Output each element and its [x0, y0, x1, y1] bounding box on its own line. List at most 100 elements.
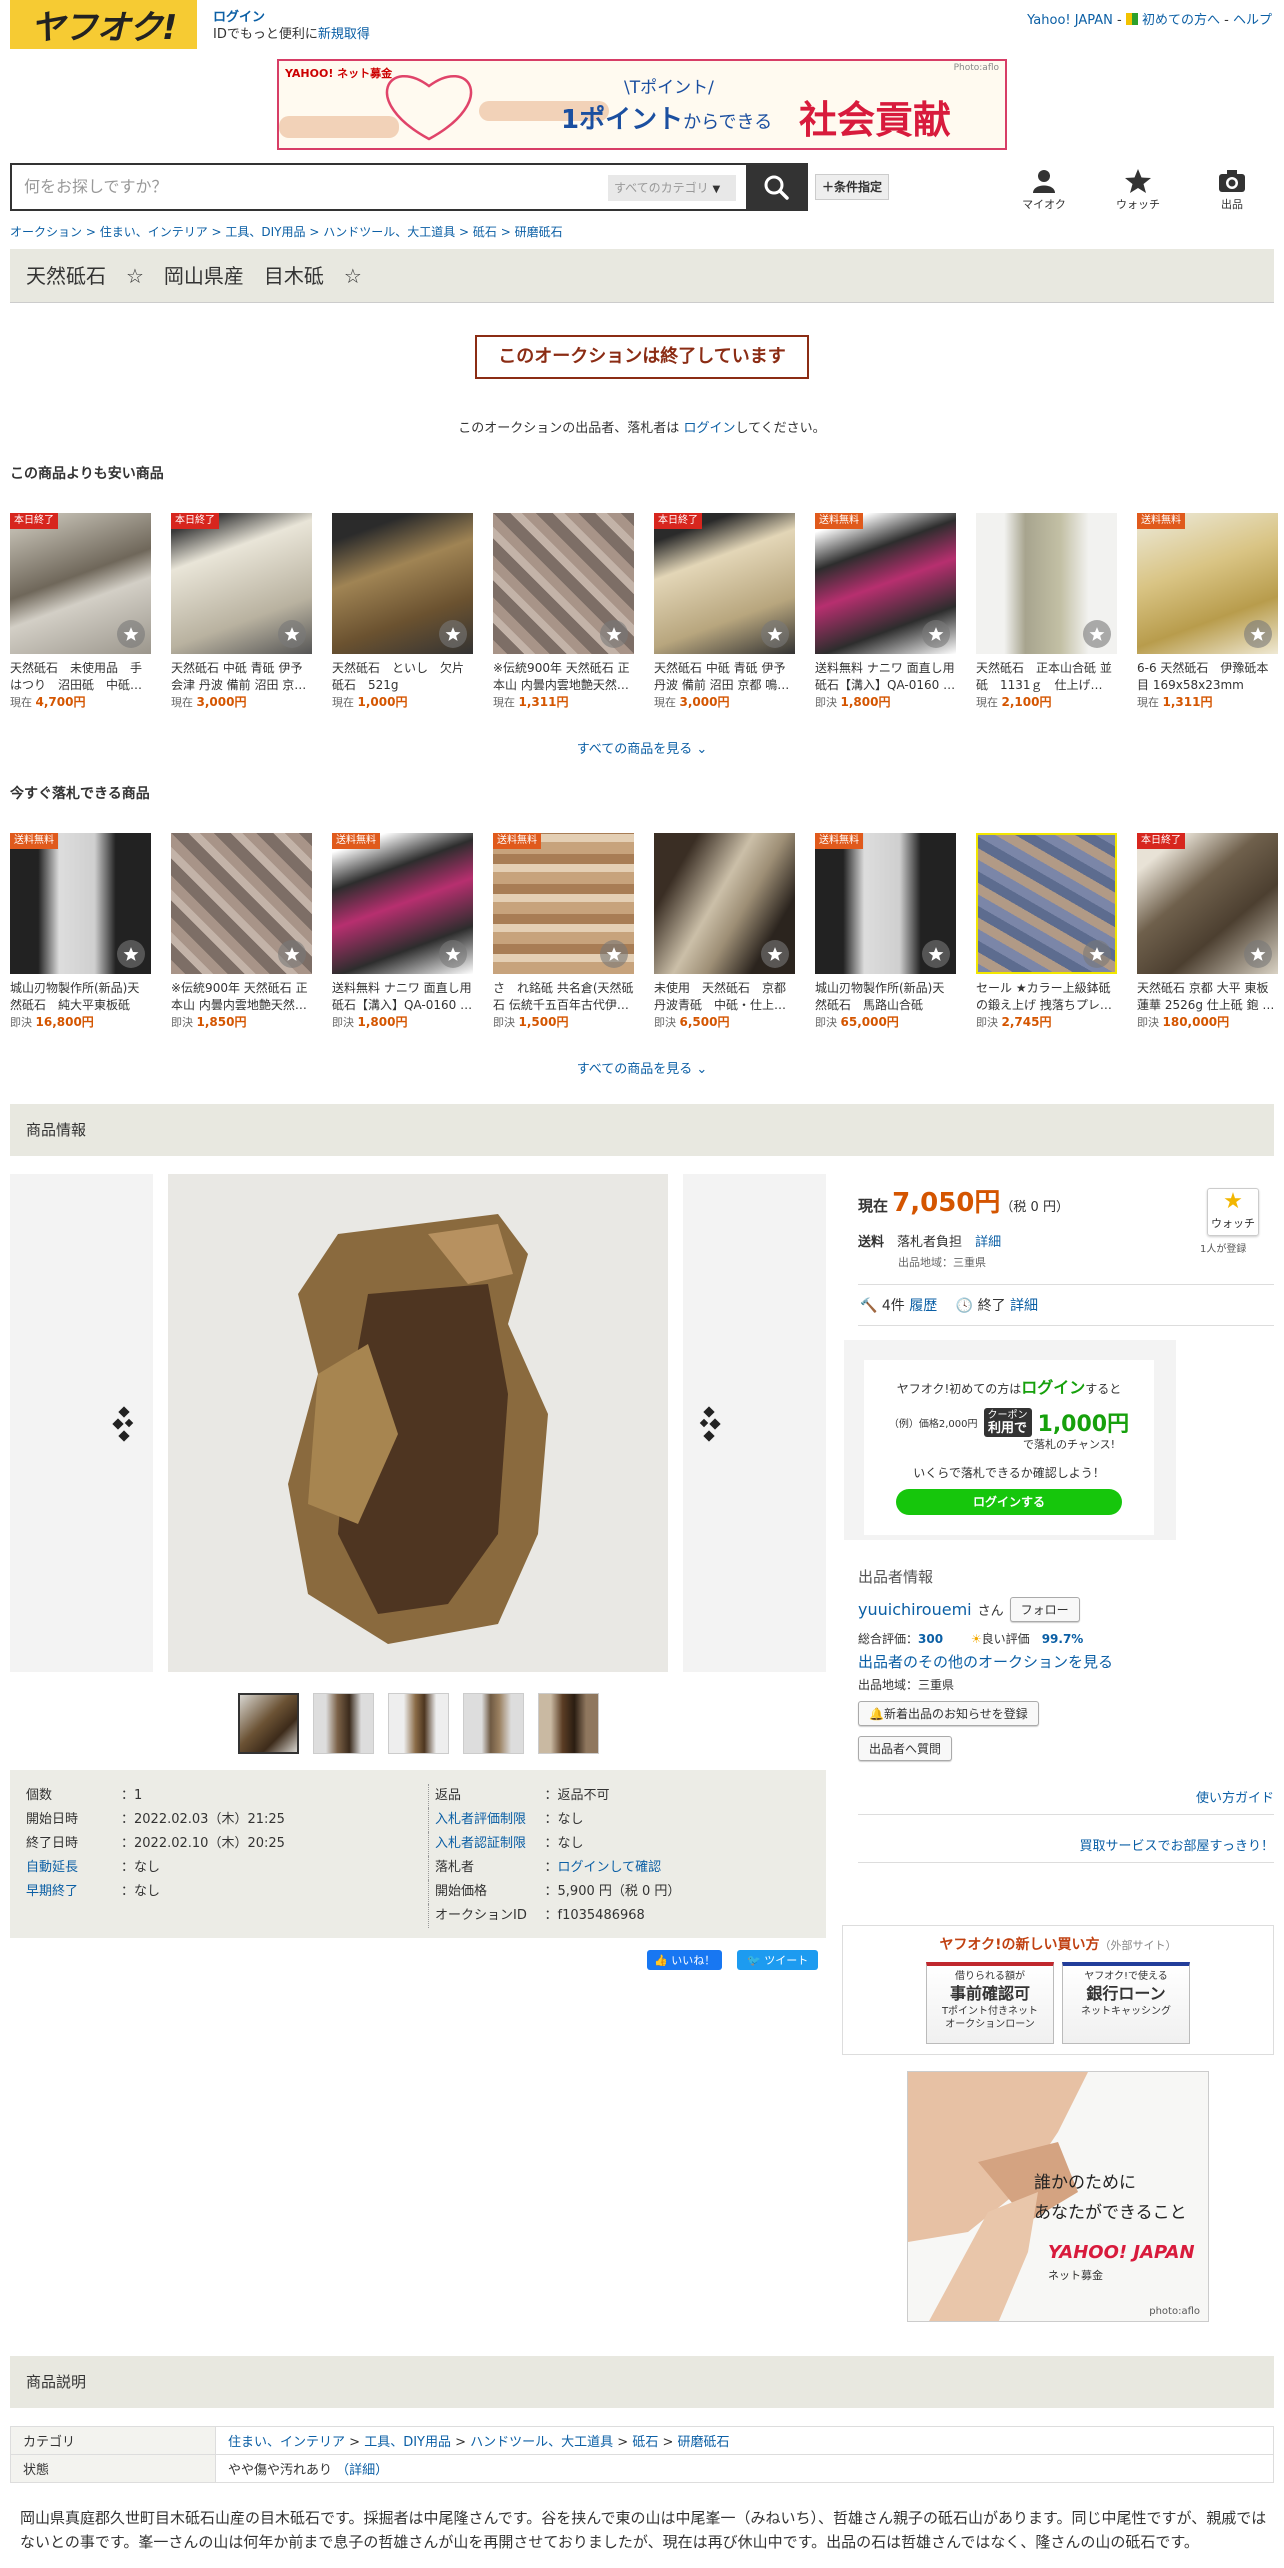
item-image[interactable]: 送料無料 [332, 833, 473, 974]
item-card[interactable]: 送料無料城山刃物製作所(新品)天然砥石 馬路山合砥 東…即決 65,000円 [815, 833, 956, 1031]
item-card[interactable]: 本日終了 天然砥石 中砥 青砥 伊予 会津 丹波 備前 沼田 京… 現在 3,000… [171, 513, 312, 711]
watch-star-icon[interactable] [922, 620, 950, 648]
item-image[interactable]: 本日終了 [10, 513, 151, 654]
thumbnail[interactable] [463, 1693, 524, 1754]
bid-history-link[interactable]: 履歴 [909, 1298, 937, 1314]
watch-star-icon[interactable] [439, 620, 467, 648]
item-title[interactable]: ※伝統900年 天然砥石 正本山 内曇内雲地艶天然… [171, 980, 312, 1014]
mypage-nav[interactable]: マイオク [1014, 168, 1074, 212]
breadcrumb-item[interactable]: ハンドツール、大工道具 [323, 225, 455, 239]
item-title[interactable]: 未使用 天然砥石 京都 丹波青砥 中砥・仕上… [654, 980, 795, 1014]
detail-key[interactable]: 入札者評価制限 [429, 1808, 539, 1832]
watch-star-icon[interactable] [1244, 940, 1272, 968]
item-image[interactable]: 本日終了 [654, 513, 795, 654]
watch-star-icon[interactable] [1083, 620, 1111, 648]
breadcrumb-item[interactable]: 工具、DIY用品 [225, 225, 305, 239]
cheaper-see-all[interactable]: すべての商品を見る ⌄ [0, 738, 1284, 757]
gallery-next-arrow-icon[interactable] [695, 1406, 723, 1446]
shipping-detail-link[interactable]: 詳細 [975, 1235, 1001, 1250]
item-image[interactable] [654, 833, 795, 974]
auction-loan-card[interactable]: 借りられる額が 事前確認可 Tポイント付きネット オークションローン [926, 1962, 1054, 2044]
watch-star-icon[interactable] [922, 940, 950, 968]
item-image[interactable] [171, 833, 312, 974]
category-select[interactable]: すべてのカテゴリ ▼ [608, 175, 736, 201]
item-card[interactable]: 天然砥石 正本山合砥 並砥 1131ｇ 仕上げ… 現在 2,100円 [976, 513, 1117, 711]
watch-star-icon[interactable] [278, 620, 306, 648]
watch-star-icon[interactable] [600, 940, 628, 968]
facebook-like-button[interactable]: 👍 いいね！ [647, 1950, 723, 1970]
item-card[interactable]: セール ★カラー上級鉢砥の鍛え上げ 拽落ちプレ… 即決 2,745円 [976, 833, 1117, 1031]
item-title[interactable]: 城山刃物製作所(新品)天然砥石 馬路山合砥 東… [815, 980, 956, 1014]
item-card[interactable]: 未使用 天然砥石 京都 丹波青砥 中砥・仕上… 即決 6,500円 [654, 833, 795, 1031]
item-card[interactable]: 本日終了 天然砥石 未使用品 手はつり 沼田砥 中砥… 現在 4,700円 [10, 513, 151, 711]
item-title[interactable]: 天然砥石 中砥 青砥 伊予 丹波 備前 沼田 京都 鳴… [654, 660, 795, 694]
help-link[interactable]: ヘルプ [1233, 13, 1272, 28]
watch-star-icon[interactable] [761, 620, 789, 648]
item-title[interactable]: 6-6 天然砥石 伊豫砥本目 169x58x23mm 539g… [1137, 660, 1278, 694]
category-link[interactable]: 砥石 [632, 2435, 658, 2450]
watch-star-icon[interactable] [761, 940, 789, 968]
category-link[interactable]: 住まい、インテリア [228, 2435, 345, 2450]
item-card[interactable]: 送料無料 送料無料 ナニワ 面直し用砥石【溝入】QA-0160 … 即決 1,800… [332, 833, 473, 1031]
promo-login-button[interactable]: ログインする [896, 1489, 1122, 1515]
bank-loan-card[interactable]: ヤフオク!で使える 銀行ローン ネットキャッシング [1062, 1962, 1190, 2044]
donation-ad[interactable]: 誰かのために あなたができること YAHOO! JAPAN ネット募金 photo… [907, 2071, 1209, 2322]
item-title[interactable]: 天然砥石 といし 欠片 砥石 521g 165x42x… [332, 660, 473, 694]
item-image[interactable] [493, 513, 634, 654]
thumbnail[interactable] [313, 1693, 374, 1754]
seller-other-auctions-link[interactable]: 出品者のその他のオークションを見る [858, 1653, 1113, 1671]
item-card[interactable]: ※伝統900年 天然砥石 正本山 内曇内雲地艶天然… 即決 1,850円 [171, 833, 312, 1031]
item-title[interactable]: 城山刃物製作所(新品)天然砥石 純大平東板砥 5… [10, 980, 151, 1014]
thumbnail[interactable] [538, 1693, 599, 1754]
watch-nav[interactable]: ウォッチ [1108, 168, 1168, 212]
item-image[interactable] [976, 513, 1117, 654]
item-title[interactable]: 天然砥石 正本山合砥 並砥 1131ｇ 仕上げ… [976, 660, 1117, 694]
category-link[interactable]: 工具、DIY用品 [364, 2435, 451, 2450]
item-card[interactable]: 天然砥石 といし 欠片 砥石 521g 165x42x…現在 1,000円 [332, 513, 473, 711]
watch-star-icon[interactable] [117, 940, 145, 968]
item-image[interactable]: 送料無料 [1137, 513, 1278, 654]
breadcrumb-item[interactable]: 研磨砥石 [515, 225, 563, 239]
item-image[interactable]: 送料無料 [815, 513, 956, 654]
category-link[interactable]: 研磨砥石 [678, 2435, 730, 2450]
thumbnail[interactable] [238, 1693, 299, 1754]
watch-button[interactable]: ★ ウォッチ [1207, 1188, 1259, 1236]
new-listing-notify-button[interactable]: 🔔新着出品のお知らせを登録 [858, 1701, 1039, 1726]
item-title[interactable]: セール ★カラー上級鉢砥の鍛え上げ 拽落ちプレ… [976, 980, 1117, 1014]
breadcrumb-item[interactable]: 住まい、インテリア [100, 225, 208, 239]
item-title[interactable]: 送料無料 ナニワ 面直し用砥石【溝入】QA-0160 … [332, 980, 473, 1014]
item-title[interactable]: さ れ銘砥 共名倉(天然砥石 伝統千五百年古代伊… [493, 980, 634, 1014]
item-title[interactable]: 送料無料 ナニワ 面直し用砥石【溝入】QA-0160 … [815, 660, 956, 694]
detail-value[interactable]: ログインして確認 [558, 1860, 662, 1875]
breadcrumb-item[interactable]: オークション [10, 225, 82, 239]
item-image[interactable]: 本日終了 [171, 513, 312, 654]
item-card[interactable]: 送料無料さ れ銘砥 共名倉(天然砥石 伝統千五百年古代伊… 即決 1,500円 [493, 833, 634, 1031]
watch-star-icon[interactable] [1083, 940, 1111, 968]
detail-key[interactable]: 入札者認証制限 [429, 1832, 539, 1856]
watch-star-icon[interactable] [278, 940, 306, 968]
item-image[interactable]: 本日終了 [1137, 833, 1278, 974]
item-image[interactable]: 送料無料 [493, 833, 634, 974]
ended-login-link[interactable]: ログイン [683, 421, 735, 436]
donation-banner[interactable]: YAHOO! ネット募金 Photo:aflo \Tポイント/ 1ポイントからで… [277, 59, 1007, 150]
item-card[interactable]: 本日終了 天然砥石 中砥 青砥 伊予 丹波 備前 沼田 京都 鳴… 現在 3,000… [654, 513, 795, 711]
watch-star-icon[interactable] [1244, 620, 1272, 648]
signup-link[interactable]: 新規取得 [318, 27, 370, 42]
item-title[interactable]: 天然砥石 京都 大平 東板 蓮華 2526g 仕上砥 鉋 … [1137, 980, 1278, 1014]
beginner-link[interactable]: 初めての方へ [1142, 13, 1220, 28]
watch-star-icon[interactable] [600, 620, 628, 648]
condition-detail-link[interactable]: （詳細） [336, 2463, 388, 2478]
item-title[interactable]: ※伝統900年 天然砥石 正本山 内曇内雲地艶天然… [493, 660, 634, 694]
search-button[interactable] [746, 165, 806, 209]
gallery-prev-arrow-icon[interactable] [110, 1406, 138, 1446]
item-image[interactable]: 送料無料 [815, 833, 956, 974]
end-detail-link[interactable]: 詳細 [1010, 1298, 1038, 1314]
item-card[interactable]: ※伝統900年 天然砥石 正本山 内曇内雲地艶天然… 現在 1,311円 [493, 513, 634, 711]
ask-seller-button[interactable]: 出品者へ質問 [858, 1736, 953, 1761]
usage-guide-link[interactable]: 使い方ガイド [1196, 1791, 1274, 1806]
login-link[interactable]: ログイン [213, 10, 265, 25]
item-title[interactable]: 天然砥石 中砥 青砥 伊予 会津 丹波 備前 沼田 京… [171, 660, 312, 694]
item-card[interactable]: 送料無料城山刃物製作所(新品)天然砥石 純大平東板砥 5…即決 16,800円 [10, 833, 151, 1031]
seller-name-link[interactable]: yuuichirouemi [858, 1600, 972, 1619]
watch-star-icon[interactable] [439, 940, 467, 968]
